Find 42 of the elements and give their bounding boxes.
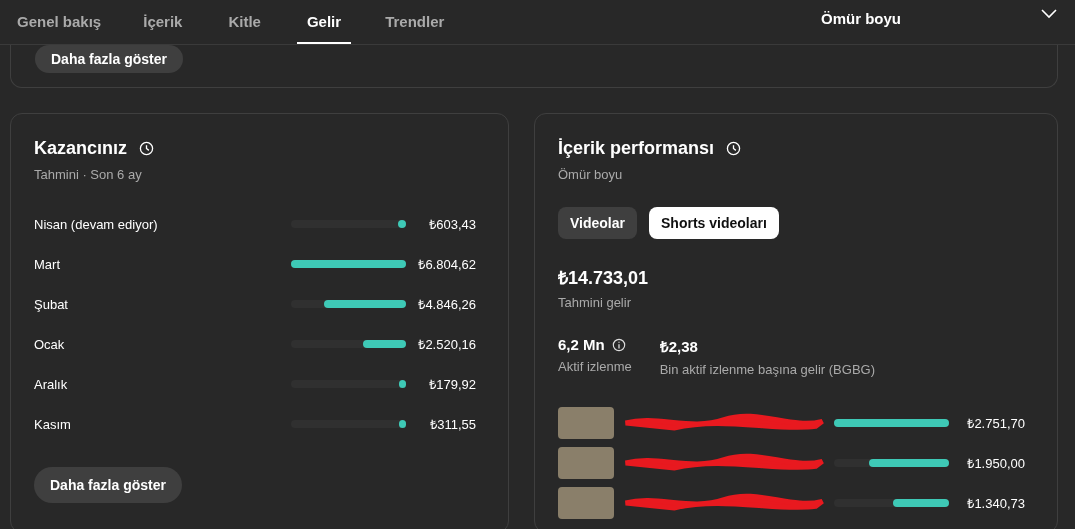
tab[interactable]: Kitle [228,0,281,44]
card-subtitle: Tahmini · Son 6 ay [34,167,143,182]
amount: ₺179,92 [428,376,476,393]
card-title: Kazancınız [34,138,128,159]
show-more-button[interactable]: Daha fazla göster [34,467,182,503]
tab[interactable]: Trendler [385,0,465,44]
tab[interactable]: İçerik [143,0,203,44]
month-label: Aralık [34,376,69,392]
month-label: Mart [34,256,61,272]
amount: ₺603,43 [428,216,476,233]
month-label: Nisan (devam ediyor) [34,216,159,232]
stat-label: Bin aktif izlenme başına gelir (BGBG) [659,362,875,377]
clock-icon [726,141,742,156]
tab[interactable]: Genel bakış [17,0,122,44]
clock-icon [139,141,155,156]
show-more-button[interactable]: Daha fazla göster [35,45,183,73]
thumbnail-placeholder [558,407,614,439]
amount: ₺4.846,26 [417,296,476,313]
month-label: Ocak [34,336,66,352]
month-label: Kasım [34,416,72,432]
amount: ₺1.340,73 [966,495,1025,512]
card-subtitle: Ömür boyu [558,167,624,182]
amount: ₺1.950,00 [966,455,1025,472]
filter-chip[interactable]: Videolar [558,207,637,239]
tab[interactable]: Gelir [296,0,352,44]
period-dropdown[interactable]: Ömür boyu [821,0,1075,44]
thumbnail-placeholder [558,487,614,519]
amount: ₺6.804,62 [417,256,476,273]
amount: ₺311,55 [429,416,476,433]
total-label: Tahmini gelir [558,295,632,310]
amount: ₺2.520,16 [417,336,476,353]
stat-label: Aktif izlenme [558,359,632,374]
stat-value: 6,2 Mn [558,336,605,353]
amount: ₺2.751,70 [966,415,1025,432]
info-icon [611,337,626,352]
chevron-down-icon [1041,9,1057,19]
thumbnail-placeholder [558,447,614,479]
card-title: İçerik performansı [558,138,715,159]
month-label: Şubat [34,296,69,312]
total-value: ₺14.733,01 [558,267,650,289]
stat-value: ₺2,38 [659,337,698,356]
filter-chip[interactable]: Shorts videoları [649,207,779,239]
